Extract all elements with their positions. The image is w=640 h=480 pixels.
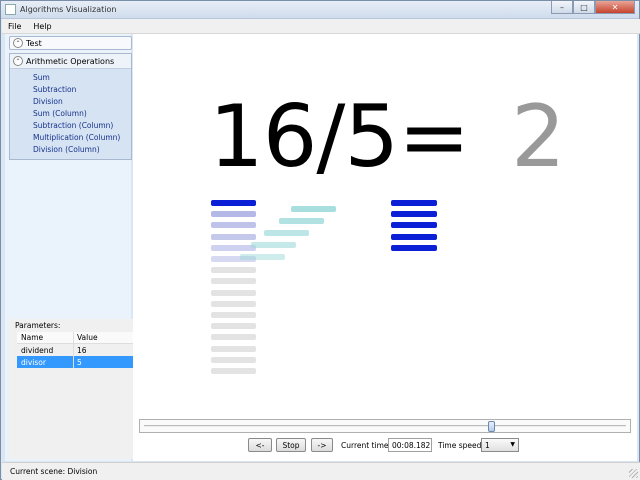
- menu-file[interactable]: File: [2, 22, 27, 31]
- grid-header: Name Value: [17, 332, 135, 344]
- remainder-bar: [211, 300, 256, 307]
- stop-button[interactable]: Stop: [276, 438, 306, 452]
- chevron-up-icon[interactable]: ⌃: [13, 38, 23, 48]
- status-bar: Current scene: Division: [2, 462, 640, 480]
- column-header-value[interactable]: Value: [74, 332, 135, 343]
- param-value[interactable]: 16: [74, 344, 135, 356]
- tree-group-label: Test: [26, 38, 42, 48]
- moving-bar: [251, 242, 296, 248]
- tree-group-test[interactable]: ⌃ Test: [9, 36, 132, 50]
- window-title: Algorithms Visualization: [20, 5, 117, 14]
- table-row[interactable]: dividend 16: [17, 344, 135, 356]
- dividend-bar: [211, 233, 256, 240]
- param-name: dividend: [17, 344, 74, 356]
- tree-group-label: Arithmetic Operations: [26, 56, 115, 66]
- time-speed-value: 1: [485, 440, 490, 450]
- moving-bar: [264, 230, 309, 236]
- param-name: divisor: [17, 356, 74, 368]
- maximize-icon[interactable]: □: [573, 1, 595, 14]
- parameters-grid: Name Value dividend 16 divisor 5: [17, 332, 135, 368]
- dividend-bar: [211, 244, 256, 251]
- remainder-bar: [211, 323, 256, 330]
- param-value[interactable]: 5: [74, 356, 135, 368]
- column-header-name[interactable]: Name: [17, 332, 74, 343]
- dividend-bar: [211, 222, 256, 229]
- list-item[interactable]: Subtraction (Column): [33, 120, 131, 132]
- time-speed-select[interactable]: 1 ▼: [481, 438, 519, 452]
- remainder-bar: [211, 278, 256, 285]
- dividend-bar: [211, 200, 256, 206]
- time-speed-label: Time speed:: [438, 441, 484, 450]
- current-time-field[interactable]: 00:08.182: [388, 438, 432, 452]
- expression-text: 16/5=: [209, 87, 470, 187]
- timeline-slider[interactable]: [139, 419, 631, 433]
- table-row[interactable]: divisor 5: [17, 356, 135, 368]
- remainder-bar: [211, 289, 256, 296]
- remainder-bar: [211, 368, 256, 374]
- operations-list: Sum Subtraction Division Sum (Column) Su…: [10, 69, 131, 156]
- divisor-bar: [391, 211, 437, 218]
- list-item[interactable]: Sum: [33, 72, 131, 84]
- minimize-icon[interactable]: –: [551, 1, 573, 14]
- remainder-bar: [211, 356, 256, 363]
- app-window: Algorithms Visualization – □ ✕ File Help…: [0, 0, 640, 480]
- resize-grip-icon[interactable]: [629, 469, 638, 478]
- visualization-canvas: 16/5= 2 <- Stop -> Current time: 00:08.1…: [133, 34, 637, 461]
- slider-thumb[interactable]: [487, 421, 495, 432]
- menu-help[interactable]: Help: [27, 22, 57, 31]
- parameters-panel: Parameters: Name Value dividend 16 divis…: [9, 319, 135, 459]
- chevron-down-icon: ▼: [510, 441, 515, 448]
- close-icon[interactable]: ✕: [595, 1, 635, 14]
- moving-bar: [240, 254, 285, 260]
- status-text: Current scene: Division: [10, 467, 98, 476]
- tree-group-arithmetic: ⌃ Arithmetic Operations Sum Subtraction …: [9, 53, 132, 160]
- menu-bar: File Help: [2, 19, 640, 34]
- playback-controls: <- Stop -> Current time: 00:08.182 Time …: [133, 438, 637, 454]
- remainder-bar: [211, 267, 256, 274]
- forward-button[interactable]: ->: [311, 438, 333, 452]
- list-item[interactable]: Division: [33, 96, 131, 108]
- divisor-bar: [391, 244, 437, 251]
- current-time-label: Current time:: [341, 441, 392, 450]
- timeline-track: [144, 425, 626, 427]
- parameters-label: Parameters:: [15, 321, 61, 330]
- result-text: 2: [511, 87, 566, 187]
- left-panel: ⌃ Test ⌃ Arithmetic Operations Sum Subtr…: [5, 34, 135, 461]
- chevron-up-icon[interactable]: ⌃: [13, 56, 23, 66]
- dividend-bar: [211, 211, 256, 218]
- remainder-bar: [211, 345, 256, 352]
- list-item[interactable]: Multiplication (Column): [33, 132, 131, 144]
- remainder-bar: [211, 312, 256, 318]
- list-item[interactable]: Sum (Column): [33, 108, 131, 120]
- divisor-bar: [391, 222, 437, 229]
- divisor-bar: [391, 200, 437, 206]
- list-item[interactable]: Division (Column): [33, 144, 131, 156]
- divisor-bar: [391, 233, 437, 240]
- title-bar[interactable]: Algorithms Visualization – □ ✕: [1, 1, 639, 19]
- app-icon: [5, 4, 16, 15]
- list-item[interactable]: Subtraction: [33, 84, 131, 96]
- moving-bar: [279, 218, 324, 224]
- remainder-bar: [211, 334, 256, 341]
- moving-bar: [291, 206, 336, 212]
- back-button[interactable]: <-: [248, 438, 272, 452]
- tree-group-header[interactable]: ⌃ Arithmetic Operations: [10, 54, 131, 69]
